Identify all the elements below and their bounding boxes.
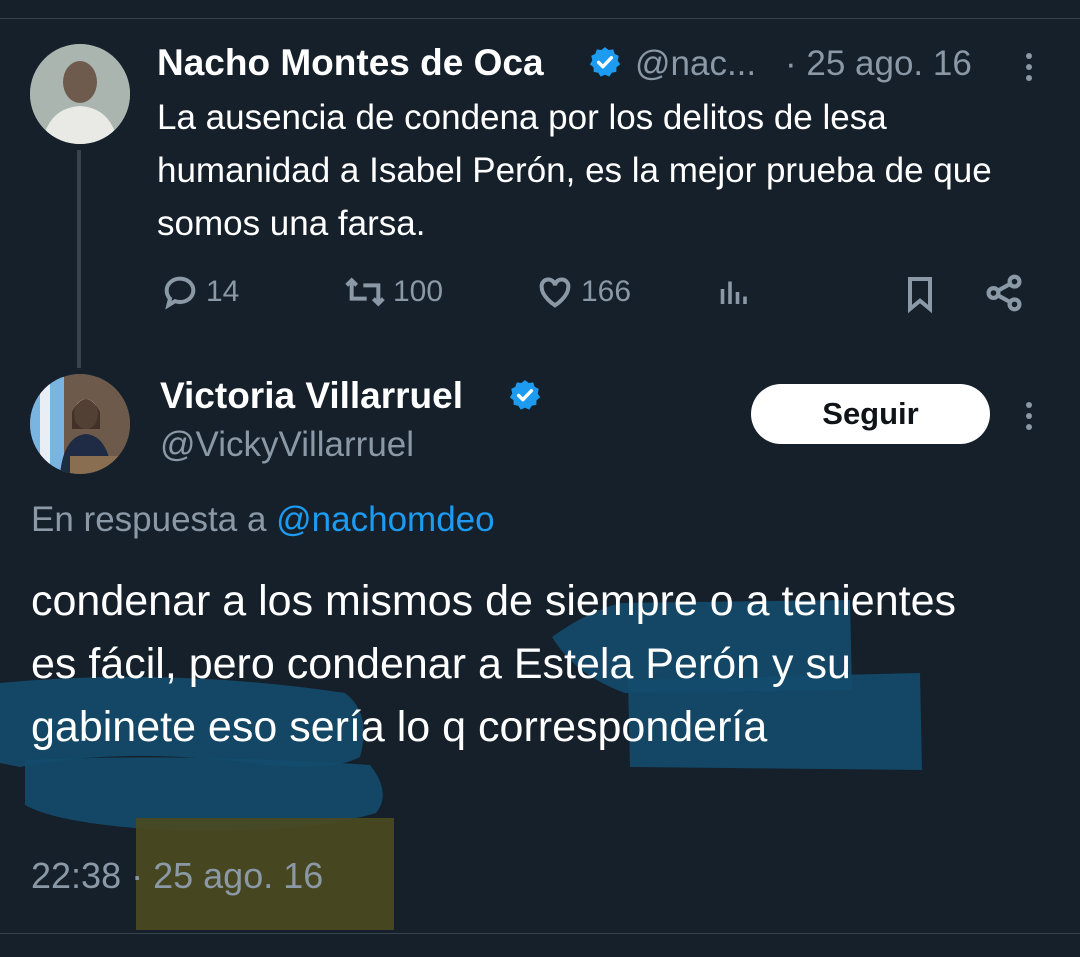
tweet-text: La ausencia de condena por los delitos d… — [157, 98, 992, 243]
more-options-icon[interactable] — [1026, 402, 1034, 435]
bookmark-button[interactable] — [900, 272, 940, 316]
author-name[interactable]: Nacho Montes de Oca — [157, 42, 544, 84]
avatar-victoria[interactable] — [30, 374, 130, 474]
tweet-actions: 14 100 166 — [155, 272, 1035, 322]
more-options-icon[interactable] — [1026, 53, 1034, 86]
like-count: 166 — [581, 275, 632, 308]
tweet-text: condenar a los mismos de siempre o a ten… — [31, 577, 956, 751]
verified-badge-icon — [589, 47, 621, 77]
author-handle[interactable]: @nac... — [635, 44, 756, 84]
author-name[interactable]: Victoria Villarruel — [160, 375, 463, 417]
share-icon — [986, 274, 1022, 312]
author-handle[interactable]: @VickyVillarruel — [160, 425, 414, 465]
heart-icon — [539, 277, 571, 308]
retweet-icon — [345, 277, 385, 307]
views-button[interactable] — [715, 272, 751, 312]
thread-line — [77, 150, 81, 368]
tweet-timestamp[interactable]: 22:38 · 25 ago. 16 — [31, 855, 323, 897]
retweet-count: 100 — [393, 275, 444, 308]
reply-button[interactable]: 14 — [160, 272, 239, 312]
reply-count: 14 — [206, 275, 240, 308]
verified-badge-icon — [509, 380, 541, 410]
share-button[interactable] — [983, 272, 1025, 314]
reply-prefix: En respuesta a — [31, 500, 277, 539]
tweet-date[interactable]: · 25 ago. 16 — [785, 44, 972, 84]
retweet-button[interactable]: 100 — [343, 272, 443, 312]
analytics-icon — [720, 281, 747, 304]
reply-context: En respuesta a @nachomdeo — [31, 500, 495, 540]
bottom-divider — [0, 933, 1080, 934]
top-divider — [0, 18, 1080, 19]
like-button[interactable]: 166 — [535, 272, 631, 312]
tweet-date: · 25 ago. 16 — [131, 855, 324, 896]
follow-button[interactable]: Seguir — [751, 384, 990, 444]
tweet-time: 22:38 — [31, 855, 122, 896]
avatar-nacho[interactable] — [30, 44, 130, 144]
bookmark-icon — [908, 277, 932, 314]
reply-icon — [164, 276, 196, 310]
reply-mention-link[interactable]: @nachomdeo — [276, 500, 494, 539]
